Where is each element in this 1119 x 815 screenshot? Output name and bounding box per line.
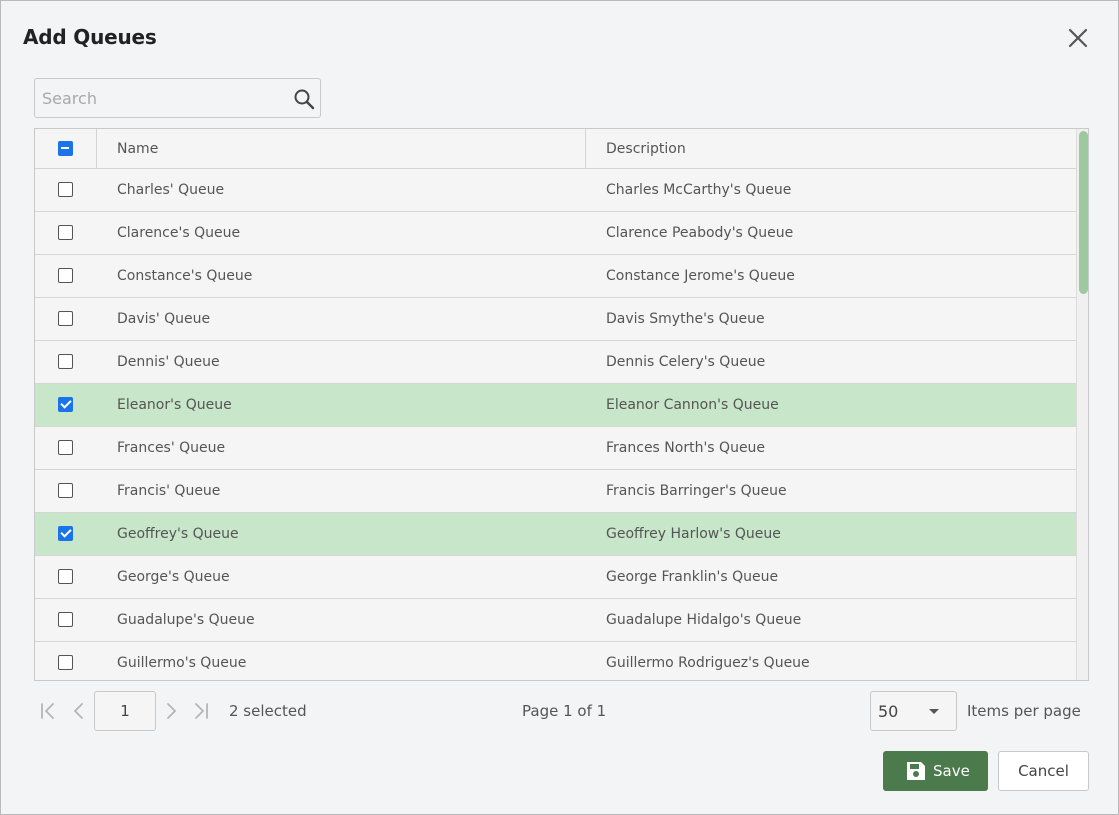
row-checkbox[interactable] — [58, 569, 73, 584]
queue-name-cell: Guillermo's Queue — [117, 655, 247, 671]
items-per-page-value: 50 — [878, 702, 899, 721]
search-box — [34, 78, 321, 118]
queue-name-cell: Dennis' Queue — [117, 354, 220, 370]
queue-description-cell: Clarence Peabody's Queue — [606, 225, 794, 241]
queue-description-cell: Geoffrey Harlow's Queue — [606, 526, 781, 542]
chevron-down-icon — [929, 709, 939, 714]
row-checkbox[interactable] — [58, 440, 73, 455]
column-divider[interactable] — [585, 129, 586, 169]
table-row[interactable]: Dennis' Queue Dennis Celery's Queue — [35, 341, 1076, 384]
queue-description-cell: Guillermo Rodriguez's Queue — [606, 655, 810, 671]
queue-description-cell: George Franklin's Queue — [606, 569, 779, 585]
queue-name-cell: Eleanor's Queue — [117, 397, 232, 413]
column-header-description[interactable]: Description — [606, 129, 686, 169]
last-page-icon[interactable] — [190, 700, 212, 722]
prev-page-icon[interactable] — [68, 700, 90, 722]
row-checkbox[interactable] — [58, 526, 73, 541]
table-header: Name Description — [35, 129, 1076, 169]
selected-count: 2 selected — [229, 702, 307, 720]
table-row[interactable]: Guadalupe's Queue Guadalupe Hidalgo's Que… — [35, 599, 1076, 642]
row-checkbox[interactable] — [58, 612, 73, 627]
queue-description-cell: Eleanor Cannon's Queue — [606, 397, 779, 413]
queue-description-cell: Davis Smythe's Queue — [606, 311, 765, 327]
row-checkbox[interactable] — [58, 225, 73, 240]
save-icon — [907, 762, 925, 780]
table-row[interactable]: Francis' Queue Francis Barringer's Queue — [35, 470, 1076, 513]
table-row[interactable]: Constance's Queue Constance Jerome's Queu… — [35, 255, 1076, 298]
row-checkbox[interactable] — [58, 182, 73, 197]
queue-description-cell: Dennis Celery's Queue — [606, 354, 766, 370]
save-button[interactable]: Save — [883, 751, 988, 791]
row-checkbox[interactable] — [58, 268, 73, 283]
items-per-page-select[interactable]: 50 — [870, 691, 957, 731]
search-icon[interactable] — [293, 88, 315, 110]
row-checkbox[interactable] — [58, 354, 73, 369]
search-input[interactable] — [35, 79, 285, 117]
table-row[interactable]: Charles' Queue Charles McCarthy's Queue — [35, 169, 1076, 212]
queue-name-cell: Frances' Queue — [117, 440, 226, 456]
table-row[interactable]: Davis' Queue Davis Smythe's Queue — [35, 298, 1076, 341]
first-page-icon[interactable] — [37, 700, 59, 722]
scrollbar-thumb[interactable] — [1079, 131, 1088, 294]
table-row[interactable]: Guillermo's Queue Guillermo Rodriguez's Q… — [35, 642, 1076, 680]
queue-name-cell: Francis' Queue — [117, 483, 221, 499]
column-header-name[interactable]: Name — [117, 129, 158, 169]
dialog-title: Add Queues — [23, 25, 157, 49]
select-all-checkbox[interactable] — [58, 141, 73, 156]
close-icon — [1068, 28, 1088, 48]
queue-description-cell: Francis Barringer's Queue — [606, 483, 787, 499]
queue-description-cell: Frances North's Queue — [606, 440, 766, 456]
queues-table: Name Description Charles' Queue Charles M… — [34, 128, 1089, 681]
table-row[interactable]: George's Queue George Franklin's Queue — [35, 556, 1076, 599]
next-page-icon[interactable] — [160, 700, 182, 722]
table-row[interactable]: Geoffrey's Queue Geoffrey Harlow's Queue — [35, 513, 1076, 556]
table-row[interactable]: Clarence's Queue Clarence Peabody's Queue — [35, 212, 1076, 255]
row-checkbox[interactable] — [58, 483, 73, 498]
row-checkbox[interactable] — [58, 311, 73, 326]
row-checkbox[interactable] — [58, 397, 73, 412]
page-number-input[interactable] — [94, 691, 156, 731]
pagination-bar: 2 selected Page 1 of 1 50 Items per page — [34, 691, 1089, 731]
page-indicator: Page 1 of 1 — [522, 702, 607, 720]
queue-description-cell: Charles McCarthy's Queue — [606, 182, 792, 198]
queue-name-cell: George's Queue — [117, 569, 230, 585]
queue-description-cell: Constance Jerome's Queue — [606, 268, 795, 284]
close-button[interactable] — [1064, 24, 1092, 52]
save-button-label: Save — [933, 762, 970, 780]
table-row[interactable]: Frances' Queue Frances North's Queue — [35, 427, 1076, 470]
queue-name-cell: Guadalupe's Queue — [117, 612, 255, 628]
cancel-button[interactable]: Cancel — [998, 751, 1089, 791]
items-per-page-label: Items per page — [967, 702, 1081, 720]
queue-name-cell: Constance's Queue — [117, 268, 253, 284]
queue-description-cell: Guadalupe Hidalgo's Queue — [606, 612, 802, 628]
column-divider — [96, 129, 97, 169]
queue-name-cell: Davis' Queue — [117, 311, 211, 327]
table-row[interactable]: Eleanor's Queue Eleanor Cannon's Queue — [35, 384, 1076, 427]
queue-name-cell: Geoffrey's Queue — [117, 526, 239, 542]
vertical-scrollbar[interactable] — [1076, 129, 1088, 680]
queue-name-cell: Clarence's Queue — [117, 225, 241, 241]
queue-name-cell: Charles' Queue — [117, 182, 225, 198]
row-checkbox[interactable] — [58, 655, 73, 670]
add-queues-dialog: Add Queues Name Description Charles' Que… — [0, 0, 1119, 815]
